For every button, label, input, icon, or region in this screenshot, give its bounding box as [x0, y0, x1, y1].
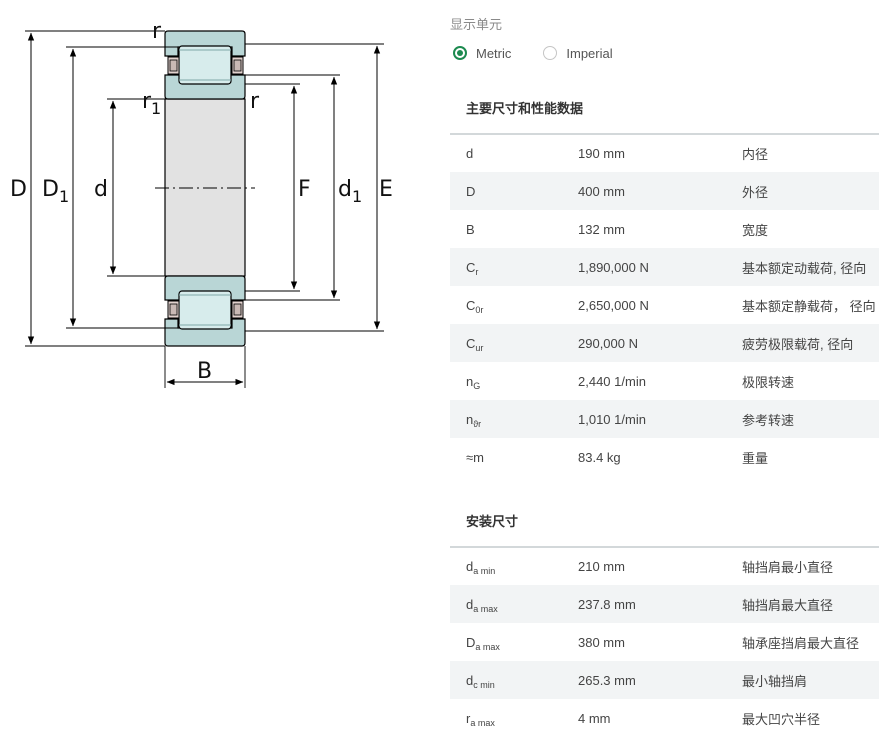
row-symbol: dc min — [450, 661, 578, 699]
row-symbol: da max — [450, 585, 578, 623]
table-row: B 132 mm 宽度 — [450, 210, 879, 248]
symbol-subscript: ur — [475, 342, 484, 353]
row-symbol: da min — [450, 547, 578, 585]
symbol-main: D — [466, 183, 476, 199]
row-description: 外径 — [742, 172, 879, 210]
radio-metric-label[interactable]: Metric — [476, 46, 511, 61]
symbol-subscript: a max — [475, 641, 500, 652]
row-value: 1,010 1/min — [578, 400, 742, 438]
row-symbol: ≈m — [450, 438, 578, 476]
unit-label: 显示单元 — [450, 17, 503, 32]
row-value: 4 mm — [578, 710, 611, 726]
row-value: 210 mm — [578, 558, 625, 574]
symbol-main: D — [466, 634, 476, 650]
row-symbol: d — [450, 134, 578, 172]
row-symbol: C0r — [450, 286, 578, 324]
row-value: 265.3 mm — [578, 661, 742, 699]
symbol-subscript: r — [475, 266, 479, 277]
table-row: D 400 mm 外径 — [450, 172, 879, 210]
roller-bottom — [178, 290, 232, 330]
row-description: 轴挡肩最大直径 — [742, 585, 879, 623]
symbol-subscript: ϑr — [473, 418, 482, 429]
symbol-subscript: a max — [470, 717, 495, 728]
radio-imperial-label[interactable]: Imperial — [566, 46, 612, 61]
table-row: ≈m 83.4 kg 重量 — [450, 438, 879, 476]
row-value: 400 mm — [578, 172, 742, 210]
mounting-dims-table: da min 210 mm 轴挡肩最小直径 da max 237.8 mm 轴挡肩最大直径… — [450, 547, 879, 737]
bearing-drawing: D D1 d F d1 E B r r1 r — [10, 19, 393, 388]
main-dims-title: 主要尺寸和性能数据 — [450, 97, 879, 135]
row-description: 疲劳极限载荷, 径向 — [742, 324, 879, 362]
radio-metric-circle[interactable] — [453, 46, 467, 60]
row-symbol: D — [450, 172, 578, 210]
table-row: d 190 mm 内径 — [450, 134, 879, 172]
row-symbol: nϑr — [450, 400, 578, 438]
row-description: 参考转速 — [742, 400, 879, 438]
row-description: 基本额定静载荷， 径向 — [742, 298, 876, 314]
table-row: da max 237.8 mm 轴挡肩最大直径 — [450, 585, 879, 623]
row-symbol: ra max — [450, 699, 578, 737]
row-value: 2,440 1/min — [578, 373, 646, 389]
symbol-main: C — [466, 297, 476, 313]
symbol-subscript: 0r — [475, 304, 484, 315]
table-row: da min 210 mm 轴挡肩最小直径 — [450, 547, 879, 585]
label-r-mid: r — [250, 89, 260, 114]
row-symbol: B — [450, 210, 578, 248]
label-D: D — [10, 177, 27, 202]
table-row: nϑr 1,010 1/min 参考转速 — [450, 400, 879, 438]
row-description: 重量 — [742, 450, 769, 466]
table-row: ra max 4 mm 最大凹穴半径 — [450, 699, 879, 737]
symbol-main: C — [466, 259, 476, 275]
label-d1: d1 — [338, 177, 362, 206]
row-symbol: nG — [450, 362, 578, 400]
radio-imperial-circle[interactable] — [543, 46, 558, 60]
row-value: 237.8 mm — [578, 585, 742, 623]
label-E: E — [379, 177, 393, 202]
row-description: 基本额定动载荷, 径向 — [742, 248, 879, 286]
mounting-dims-title: 安装尺寸 — [450, 510, 879, 548]
symbol-main: ≈m — [466, 449, 484, 465]
label-D1: D1 — [42, 177, 69, 206]
symbol-subscript: a min — [473, 565, 496, 576]
symbol-main: d — [466, 145, 474, 161]
radio-metric[interactable]: Metric — [453, 46, 511, 61]
row-value: 290,000 N — [578, 324, 742, 362]
label-B: B — [197, 359, 212, 384]
radio-imperial[interactable]: Imperial — [543, 46, 613, 61]
unit-selector: Metric Imperial — [453, 43, 645, 63]
symbol-subscript: a max — [473, 603, 498, 614]
symbol-subscript: G — [473, 380, 481, 391]
row-value: 83.4 kg — [578, 449, 621, 465]
label-r1: r1 — [142, 89, 161, 118]
label-F: F — [298, 177, 311, 202]
label-d: d — [94, 177, 108, 202]
roller-top — [178, 45, 232, 85]
symbol-main: B — [466, 221, 475, 237]
table-row: Da max 380 mm 轴承座挡肩最大直径 — [450, 623, 879, 661]
row-description: 极限转速 — [742, 374, 795, 390]
row-description: 最小轴挡肩 — [742, 661, 879, 699]
symbol-main: C — [466, 335, 476, 351]
row-value: 132 mm — [578, 221, 625, 237]
table-row: C0r 2,650,000 N 基本额定静载荷， 径向 — [450, 286, 879, 324]
row-value: 380 mm — [578, 634, 625, 650]
row-symbol: Cur — [450, 324, 578, 362]
table-row: nG 2,440 1/min 极限转速 — [450, 362, 879, 400]
row-description: 轴承座挡肩最大直径 — [742, 635, 860, 651]
row-description: 内径 — [742, 146, 769, 162]
table-row: Cur 290,000 N 疲劳极限载荷, 径向 — [450, 324, 879, 362]
table-row: Cr 1,890,000 N 基本额定动载荷, 径向 — [450, 248, 879, 286]
main-dims-table: d 190 mm 内径 D 400 mm 外径 B 132 mm 宽度 Cr 1,890,000 N… — [450, 134, 879, 476]
row-description: 最大凹穴半径 — [742, 711, 821, 727]
row-value: 190 mm — [578, 145, 625, 161]
row-symbol: Cr — [450, 248, 578, 286]
symbol-subscript: c min — [473, 679, 495, 690]
row-value: 2,650,000 N — [578, 297, 649, 313]
row-value: 1,890,000 N — [578, 248, 742, 286]
row-description: 轴挡肩最小直径 — [742, 559, 834, 575]
row-symbol: Da max — [450, 623, 578, 661]
label-r-top: r — [152, 19, 162, 44]
row-description: 宽度 — [742, 222, 769, 238]
table-row: dc min 265.3 mm 最小轴挡肩 — [450, 661, 879, 699]
